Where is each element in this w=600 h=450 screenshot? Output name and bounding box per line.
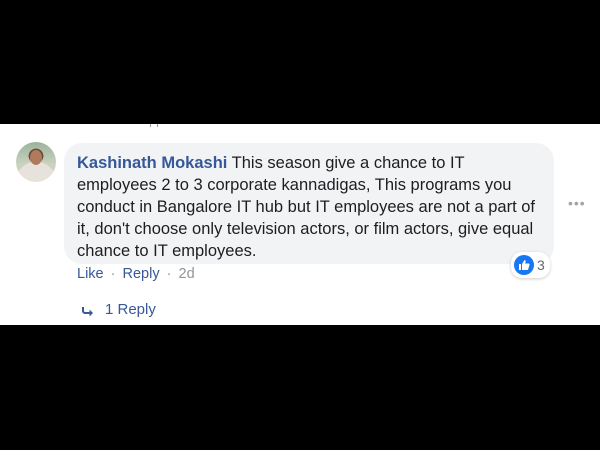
comment-actions: Like · Reply · 2d [77, 266, 195, 282]
reaction-count: 3 [537, 257, 545, 273]
reply-arrow-icon [81, 304, 95, 316]
more-options-icon[interactable]: ••• [568, 195, 586, 211]
cropped-element [150, 124, 158, 127]
reply-link[interactable]: Reply [123, 266, 160, 282]
letterbox-top [0, 0, 600, 124]
view-replies-link[interactable]: 1 Reply [81, 301, 156, 318]
reaction-badge[interactable]: 3 [511, 252, 550, 278]
like-link[interactable]: Like [77, 266, 104, 282]
avatar-face [30, 150, 42, 165]
comment-body: Kashinath Mokashi This season give a cha… [77, 152, 547, 262]
letterbox-bottom [0, 325, 600, 450]
separator: · [166, 266, 172, 282]
author-name[interactable]: Kashinath Mokashi [77, 154, 227, 172]
avatar[interactable] [16, 142, 56, 182]
timestamp[interactable]: 2d [179, 266, 195, 282]
like-thumb-icon [514, 255, 534, 275]
separator: · [110, 266, 116, 282]
replies-count-label: 1 Reply [105, 301, 156, 318]
comment-panel: Kashinath Mokashi This season give a cha… [0, 124, 600, 325]
